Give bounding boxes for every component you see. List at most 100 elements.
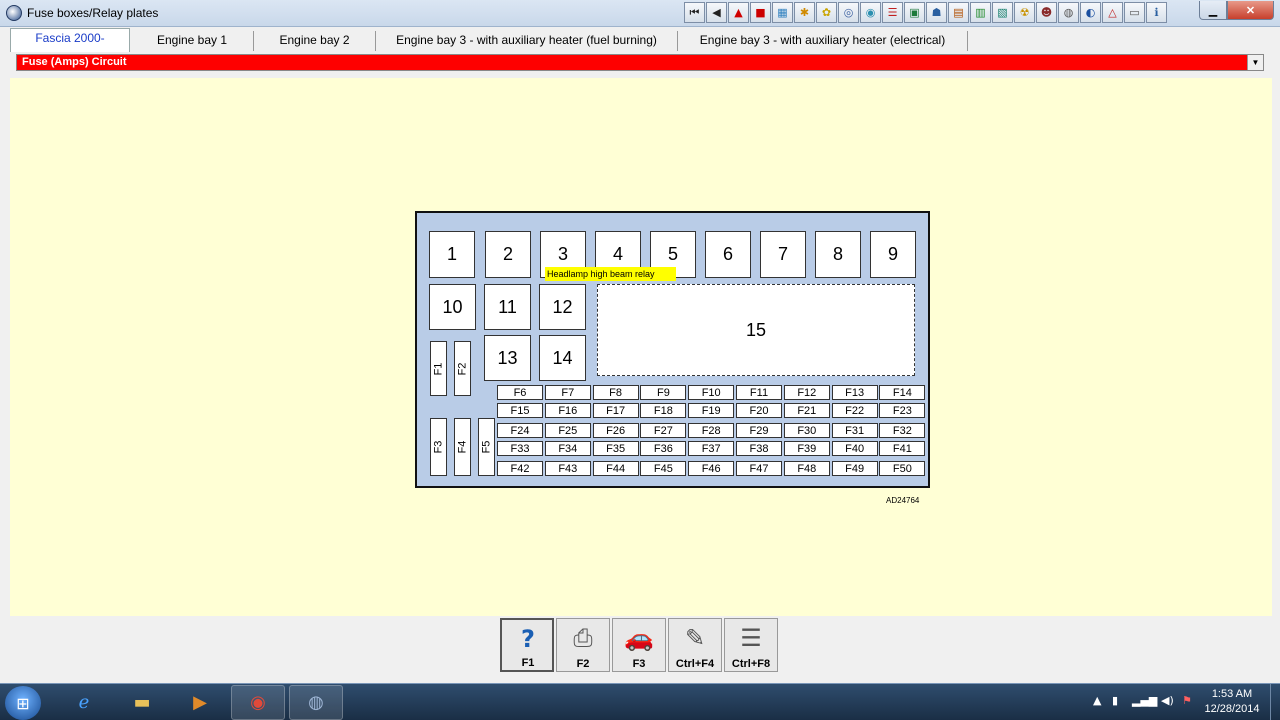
relay-7[interactable]: 7 — [760, 231, 806, 278]
flag-icon[interactable]: ■ — [750, 2, 771, 23]
fuse-f46[interactable]: F46 — [688, 461, 735, 476]
fuse-f35[interactable]: F35 — [592, 441, 639, 456]
fuse-f10[interactable]: F10 — [688, 385, 735, 400]
relay-14[interactable]: 14 — [539, 335, 586, 381]
relay-15[interactable]: 15 — [597, 284, 915, 376]
action-center-icon[interactable]: ⚑ — [1182, 694, 1192, 707]
tab-engine-bay-3-electrical[interactable]: Engine bay 3 - with auxiliary heater (el… — [678, 31, 968, 51]
target-icon[interactable]: ◐ — [1080, 2, 1101, 23]
fuse-f43[interactable]: F43 — [544, 461, 591, 476]
fuse-f16[interactable]: F16 — [544, 403, 591, 418]
vehicle-icon[interactable]: ▭ — [1124, 2, 1145, 23]
volume-icon[interactable]: ◀) — [1161, 694, 1174, 707]
fuse-f40[interactable]: F40 — [831, 441, 878, 456]
folder-icon[interactable]: ▬ — [115, 685, 169, 720]
fuse-f21[interactable]: F21 — [783, 403, 830, 418]
fuse-f3[interactable]: F3 — [430, 418, 447, 476]
fuse-f36[interactable]: F36 — [640, 441, 687, 456]
engine-icon[interactable]: ☢ — [1014, 2, 1035, 23]
fuse-f28[interactable]: F28 — [688, 423, 735, 438]
fuse-f17[interactable]: F17 — [592, 403, 639, 418]
minimize-button[interactable]: ▁ — [1199, 1, 1227, 20]
power-icon[interactable]: ▮ — [1112, 694, 1118, 707]
relay-8[interactable]: 8 — [815, 231, 861, 278]
fuse-f34[interactable]: F34 — [544, 441, 591, 456]
chrome-icon[interactable]: ◉ — [231, 685, 285, 720]
fuse-f24[interactable]: F24 — [497, 423, 543, 438]
fuse-f5[interactable]: F5 — [478, 418, 495, 476]
fuse-f18[interactable]: F18 — [640, 403, 687, 418]
fuse-f23[interactable]: F23 — [879, 403, 926, 418]
fuse-f8[interactable]: F8 — [592, 385, 639, 400]
app-task-icon[interactable]: ◍ — [289, 685, 343, 720]
fuse-f9[interactable]: F9 — [640, 385, 687, 400]
fuse-f1[interactable]: F1 — [430, 341, 447, 396]
vehicle-button[interactable]: 🚗 F3 — [612, 618, 666, 672]
previous-icon[interactable]: ◀ — [706, 2, 727, 23]
fuse-f13[interactable]: F13 — [831, 385, 878, 400]
fuse-f42[interactable]: F42 — [497, 461, 543, 476]
document-icon[interactable]: ▥ — [970, 2, 991, 23]
tab-fascia[interactable]: Fascia 2000- — [10, 28, 130, 52]
gauge-icon[interactable]: ◉ — [860, 2, 881, 23]
wheel-icon[interactable]: ◎ — [838, 2, 859, 23]
fuse-f45[interactable]: F45 — [640, 461, 687, 476]
fuse-f11[interactable]: F11 — [736, 385, 782, 400]
relay-11[interactable]: 11 — [484, 284, 531, 330]
fuse-f25[interactable]: F25 — [544, 423, 591, 438]
tab-engine-bay-1[interactable]: Engine bay 1 — [131, 31, 254, 51]
fuse-f33[interactable]: F33 — [497, 441, 543, 456]
first-page-icon[interactable]: ⏮ — [684, 2, 705, 23]
tray-arrow-icon[interactable]: ▲ — [1093, 694, 1101, 707]
fuse-f49[interactable]: F49 — [831, 461, 878, 476]
fuse-f19[interactable]: F19 — [688, 403, 735, 418]
face-icon[interactable]: ☻ — [1036, 2, 1057, 23]
fuse-f47[interactable]: F47 — [736, 461, 782, 476]
fuse-f22[interactable]: F22 — [831, 403, 878, 418]
fuse-f14[interactable]: F14 — [879, 385, 926, 400]
fuse-f7[interactable]: F7 — [544, 385, 591, 400]
print-button[interactable]: ⎙ F2 — [556, 618, 610, 672]
relay-13[interactable]: 13 — [484, 335, 531, 381]
warning-icon[interactable]: ▲ — [728, 2, 749, 23]
notes-button[interactable]: ✎ Ctrl+F4 — [668, 618, 722, 672]
clock-date[interactable]: 12/28/2014 — [1200, 703, 1264, 715]
door-icon[interactable]: ▣ — [904, 2, 925, 23]
fuse-f48[interactable]: F48 — [783, 461, 830, 476]
relay-12[interactable]: 12 — [539, 284, 586, 330]
fuse-f31[interactable]: F31 — [831, 423, 878, 438]
start-button[interactable]: ⊞ — [5, 686, 41, 720]
tab-engine-bay-3-fuel[interactable]: Engine bay 3 - with auxiliary heater (fu… — [376, 31, 678, 51]
fuse-f2[interactable]: F2 — [454, 341, 471, 396]
fuse-f4[interactable]: F4 — [454, 418, 471, 476]
book-icon[interactable]: ▤ — [948, 2, 969, 23]
fuse-f38[interactable]: F38 — [736, 441, 782, 456]
car-icon[interactable]: ◍ — [1058, 2, 1079, 23]
list-button[interactable]: ☰ Ctrl+F8 — [724, 618, 778, 672]
settings-icon[interactable]: ✿ — [816, 2, 837, 23]
tool-icon[interactable]: ✱ — [794, 2, 815, 23]
fuse-f20[interactable]: F20 — [736, 403, 782, 418]
fuse-f37[interactable]: F37 — [688, 441, 735, 456]
fuse-f44[interactable]: F44 — [592, 461, 639, 476]
relay-10[interactable]: 10 — [429, 284, 476, 330]
fuse-f41[interactable]: F41 — [879, 441, 926, 456]
fuse-f29[interactable]: F29 — [736, 423, 782, 438]
tab-engine-bay-2[interactable]: Engine bay 2 — [254, 31, 376, 51]
fuse-f39[interactable]: F39 — [783, 441, 830, 456]
network-icon[interactable]: ▂▄▆ — [1132, 694, 1157, 707]
internet-explorer-icon[interactable]: ℯ — [57, 685, 111, 720]
fuse-f32[interactable]: F32 — [879, 423, 926, 438]
relay-6[interactable]: 6 — [705, 231, 751, 278]
relay-2[interactable]: 2 — [485, 231, 531, 278]
checklist-icon[interactable]: ☰ — [882, 2, 903, 23]
map-icon[interactable]: ▦ — [772, 2, 793, 23]
fuse-f26[interactable]: F26 — [592, 423, 639, 438]
person-icon[interactable]: ☗ — [926, 2, 947, 23]
fuse-f30[interactable]: F30 — [783, 423, 830, 438]
fuse-f50[interactable]: F50 — [879, 461, 926, 476]
relay-9[interactable]: 9 — [870, 231, 916, 278]
fuse-f12[interactable]: F12 — [783, 385, 830, 400]
chevron-down-icon[interactable]: ▼ — [1247, 55, 1263, 70]
show-desktop-button[interactable] — [1270, 684, 1280, 720]
